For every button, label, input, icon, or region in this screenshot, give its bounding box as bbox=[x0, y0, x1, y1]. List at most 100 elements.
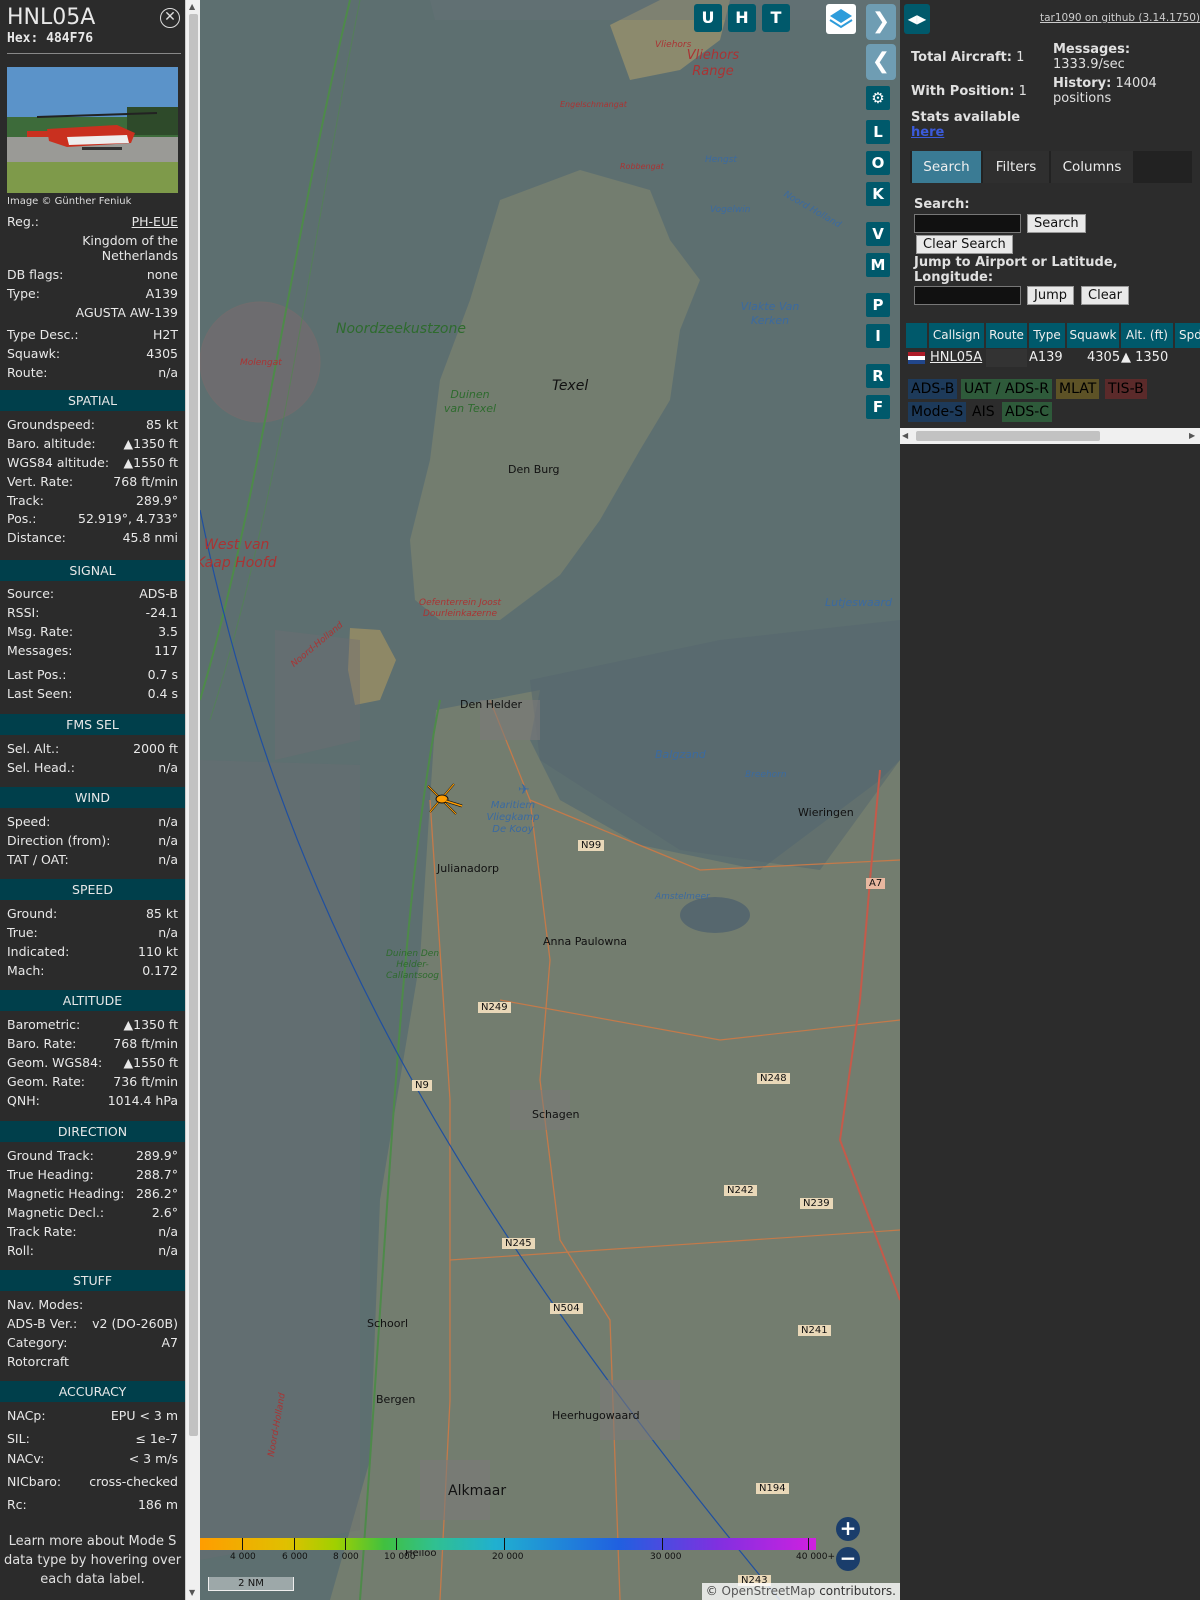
toggle-button-m[interactable]: M bbox=[866, 253, 890, 277]
table-header-speed[interactable]: Spd bbox=[1175, 323, 1200, 348]
table-horizontal-scrollbar[interactable]: ◀ ▶ bbox=[900, 428, 1200, 444]
stats-available: Stats available here bbox=[911, 110, 1021, 140]
scroll-left-icon[interactable]: ◀ bbox=[902, 431, 908, 440]
jump-input[interactable] bbox=[914, 286, 1021, 305]
toggle-button-k[interactable]: K bbox=[866, 182, 890, 206]
map-label: Robbengat bbox=[620, 162, 664, 171]
osm-link[interactable]: OpenStreetMap bbox=[722, 1584, 816, 1598]
zoom-in-button[interactable]: + bbox=[836, 1517, 860, 1541]
map-scale-bar: 2 NM bbox=[208, 1577, 294, 1591]
zoom-out-button[interactable]: − bbox=[836, 1547, 860, 1571]
table-header-route[interactable]: Route bbox=[986, 323, 1027, 348]
detail-row: Source: ADS-B bbox=[7, 586, 178, 604]
scroll-up-icon[interactable]: ▲ bbox=[189, 2, 195, 11]
table-header-callsign[interactable]: Callsign bbox=[929, 323, 984, 348]
close-icon[interactable]: ✕ bbox=[160, 8, 180, 28]
detail-value: ▲1350 ft bbox=[123, 436, 178, 451]
map-label: Maritiem Vliegkamp De Kooy bbox=[486, 800, 540, 835]
map-label: Hengst bbox=[705, 155, 737, 165]
helicopter-aircraft-icon[interactable] bbox=[426, 782, 466, 822]
section-header-speed: SPEED bbox=[0, 879, 185, 900]
left-scrollbar[interactable]: ▲ ▼ bbox=[185, 0, 200, 1600]
table-header-squawk[interactable]: Squawk bbox=[1067, 323, 1119, 348]
detail-row: TAT / OAT: n/a bbox=[7, 852, 178, 870]
section-header-altitude: ALTITUDE bbox=[0, 990, 185, 1011]
detail-label: Track: bbox=[7, 493, 44, 508]
tab-search[interactable]: Search bbox=[912, 151, 981, 183]
layers-button[interactable] bbox=[826, 4, 856, 34]
scale-label: 40 000+ bbox=[796, 1552, 836, 1562]
detail-label: Category: bbox=[7, 1335, 68, 1350]
detail-row: NICbaro: cross-checked bbox=[7, 1474, 178, 1492]
scroll-down-icon[interactable]: ▼ bbox=[189, 1588, 195, 1597]
detail-row: Type Desc.: H2T bbox=[7, 327, 178, 345]
detail-label: RSSI: bbox=[7, 605, 40, 620]
detail-row: Pos.: 52.919°, 4.733° bbox=[7, 511, 178, 529]
toggle-button-f[interactable]: F bbox=[866, 395, 890, 419]
detail-value: 4305 bbox=[146, 346, 178, 361]
toggle-button-i[interactable]: I bbox=[866, 324, 890, 348]
toggle-button-t[interactable]: T bbox=[762, 4, 790, 32]
scrollbar-thumb[interactable] bbox=[916, 431, 1100, 441]
map-label: Den Burg bbox=[508, 463, 560, 476]
detail-label: Reg.: bbox=[7, 214, 39, 229]
toggle-button-u[interactable]: U bbox=[694, 4, 722, 32]
detail-row: Netherlands bbox=[7, 248, 178, 266]
detail-row: Msg. Rate: 3.5 bbox=[7, 624, 178, 642]
toggle-button-l[interactable]: L bbox=[866, 120, 890, 144]
detail-value: H2T bbox=[153, 327, 178, 342]
github-link[interactable]: tar1090 on github (3.14.1750) bbox=[1040, 12, 1200, 24]
toggle-button-h[interactable]: H bbox=[728, 4, 756, 32]
map-label: Breehorn bbox=[745, 770, 787, 780]
scrollbar-thumb[interactable] bbox=[189, 14, 198, 1436]
detail-row: Mach: 0.172 bbox=[7, 963, 178, 981]
detail-label: True: bbox=[7, 925, 38, 940]
map-view[interactable]: Vliehors Vliehors Range Engelschmangat R… bbox=[200, 0, 900, 1600]
detail-value: n/a bbox=[158, 365, 178, 380]
scale-tick bbox=[396, 1538, 397, 1550]
toggle-button-p[interactable]: P bbox=[866, 293, 890, 317]
map-label: Den Helder bbox=[460, 698, 523, 711]
toggle-button-v[interactable]: V bbox=[866, 222, 890, 246]
scale-label: 20 000 bbox=[492, 1552, 524, 1562]
with-position: With Position: 1 bbox=[911, 84, 1027, 99]
clear-button[interactable]: Clear bbox=[1081, 286, 1129, 305]
collapse-right-button[interactable]: ❯ bbox=[866, 4, 896, 40]
detail-row: Groundspeed: 85 kt bbox=[7, 417, 178, 435]
table-header-type[interactable]: Type bbox=[1029, 323, 1065, 348]
detail-value: 289.9° bbox=[135, 493, 178, 508]
detail-label: Roll: bbox=[7, 1243, 34, 1258]
detail-value[interactable]: PH-EUE bbox=[132, 214, 178, 229]
section-header-stuff: STUFF bbox=[0, 1270, 185, 1291]
stats-link[interactable]: here bbox=[911, 125, 944, 140]
detail-value: 110 kt bbox=[138, 944, 178, 959]
aircraft-detail-panel: HNL05A Hex: 484F76 ✕ Image © Günther Fen… bbox=[0, 0, 185, 1600]
layers-icon bbox=[829, 9, 853, 29]
jump-button[interactable]: Jump bbox=[1027, 286, 1074, 305]
search-button[interactable]: Search bbox=[1027, 214, 1086, 233]
detail-value: 85 kt bbox=[145, 417, 178, 432]
tab-columns[interactable]: Columns bbox=[1051, 151, 1133, 183]
scroll-right-icon[interactable]: ▶ bbox=[1189, 431, 1195, 440]
settings-button[interactable]: ⚙ bbox=[866, 86, 890, 110]
expand-left-button[interactable]: ❮ bbox=[866, 44, 896, 80]
detail-value: -24.1 bbox=[145, 605, 178, 620]
scale-tick bbox=[345, 1538, 346, 1550]
photo-credit: Image © Günther Feniuk bbox=[7, 196, 132, 207]
toggle-button-o[interactable]: O bbox=[866, 151, 890, 175]
tab-filters[interactable]: Filters bbox=[983, 151, 1049, 183]
toggle-button-r[interactable]: R bbox=[866, 364, 890, 388]
aircraft-photo[interactable] bbox=[7, 67, 178, 193]
clear-search-button[interactable]: Clear Search bbox=[916, 235, 1013, 254]
detail-value: 0.4 s bbox=[147, 686, 178, 701]
row-callsign[interactable]: HNL05A bbox=[930, 349, 982, 367]
divider bbox=[7, 53, 181, 54]
table-header-altitude[interactable]: Alt. (ft) bbox=[1121, 323, 1173, 348]
aircraft-ident: HNL05A bbox=[7, 5, 96, 30]
search-input[interactable] bbox=[914, 214, 1021, 233]
detail-label: Magnetic Decl.: bbox=[7, 1205, 105, 1220]
detail-value: cross-checked bbox=[89, 1474, 178, 1489]
toggle-sidebar-button[interactable]: ◀▶ bbox=[904, 4, 930, 34]
history-stat: History: 14004 positions bbox=[1053, 76, 1157, 106]
learn-more-text: Learn more about Mode S data type by hov… bbox=[3, 1534, 182, 1587]
